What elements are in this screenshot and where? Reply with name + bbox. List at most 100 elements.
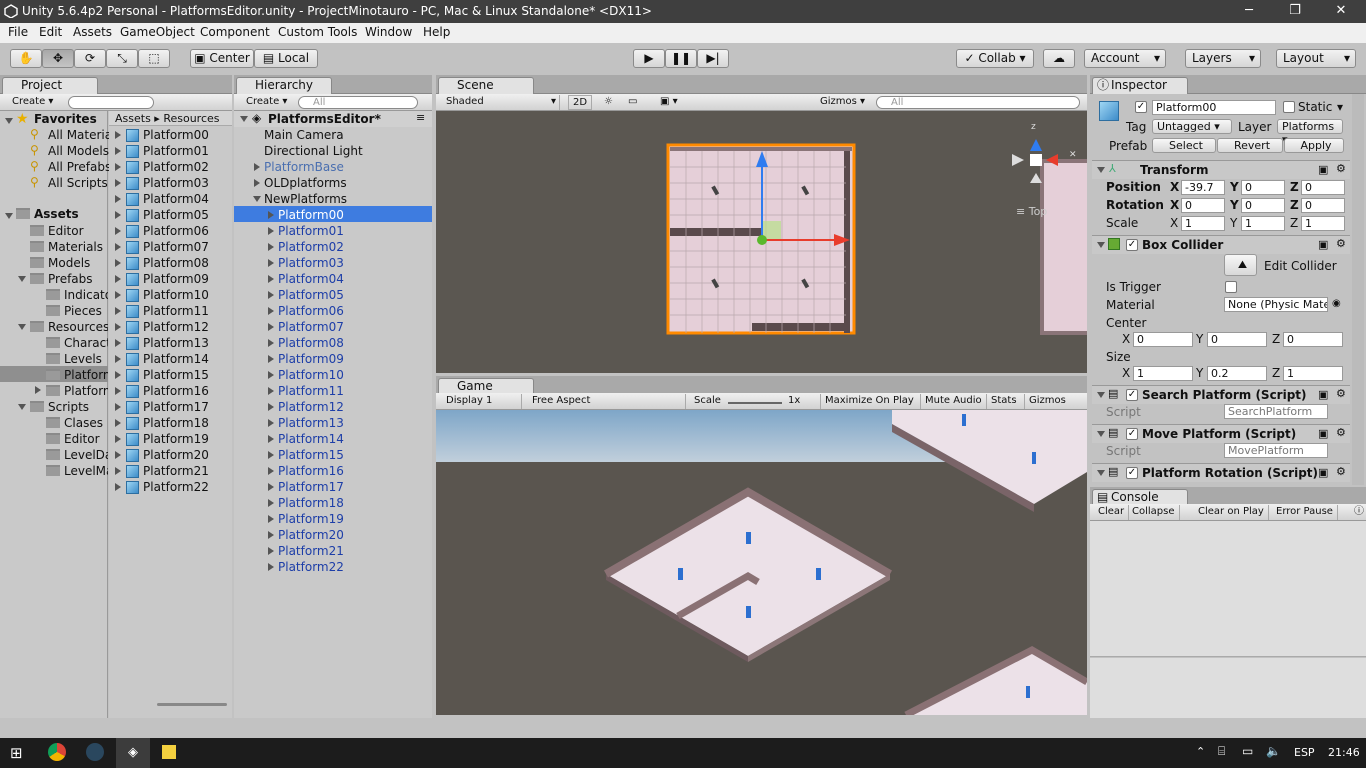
- expand-arrow-icon[interactable]: [115, 419, 121, 427]
- prefab-file[interactable]: Platform02: [143, 160, 209, 174]
- console-log-area[interactable]: [1090, 521, 1366, 657]
- folder-item[interactable]: LevelDat: [64, 448, 108, 462]
- expand-arrow-icon[interactable]: [115, 451, 121, 459]
- collapse-arrow-icon[interactable]: [268, 275, 274, 283]
- folder-item[interactable]: Characte: [64, 336, 108, 350]
- move-platform-header[interactable]: ▤ ✓ Move Platform (Script) ▣ ⚙: [1092, 424, 1350, 443]
- object-picker-icon[interactable]: ◉: [1332, 298, 1341, 309]
- menu-gameobject[interactable]: GameObject: [120, 25, 195, 39]
- prefab-file[interactable]: Platform22: [143, 480, 209, 494]
- prefab-file[interactable]: Platform21: [143, 464, 209, 478]
- prefab-apply-button[interactable]: Apply: [1284, 138, 1344, 153]
- expand-arrow-icon[interactable]: [115, 163, 121, 171]
- hierarchy-item[interactable]: NewPlatforms: [264, 192, 347, 206]
- prefab-file[interactable]: Platform03: [143, 176, 209, 190]
- prefab-file[interactable]: Platform20: [143, 448, 209, 462]
- display-dropdown[interactable]: Display 1: [442, 394, 522, 409]
- hierarchy-platform-item[interactable]: Platform18: [278, 496, 344, 510]
- tag-dropdown[interactable]: Untagged ▾: [1152, 119, 1232, 134]
- game-viewport[interactable]: [436, 410, 1087, 715]
- windows-start-icon[interactable]: ⊞: [10, 744, 23, 762]
- help-icon[interactable]: ▣: [1318, 238, 1328, 251]
- hierarchy-platform-item[interactable]: Platform03: [278, 256, 344, 270]
- menu-component[interactable]: Component: [200, 25, 270, 39]
- hierarchy-platform-item[interactable]: Platform11: [278, 384, 344, 398]
- hierarchy-item[interactable]: Main Camera: [264, 128, 344, 142]
- prefab-file[interactable]: Platform18: [143, 416, 209, 430]
- favorite-item[interactable]: All Prefabs: [48, 160, 111, 174]
- folder-item[interactable]: Indicato: [64, 288, 108, 302]
- hierarchy-platform-item[interactable]: Platform22: [278, 560, 344, 574]
- transform-scl-field[interactable]: 1: [1241, 216, 1285, 231]
- collapse-arrow-icon[interactable]: [268, 547, 274, 555]
- expand-arrow-icon[interactable]: [115, 131, 121, 139]
- lighting-icon[interactable]: ☼: [600, 95, 617, 110]
- maximize-button[interactable]: ❐: [1272, 0, 1318, 23]
- platform-rotation-header[interactable]: ▤ ✓ Platform Rotation (Script) ▣ ⚙: [1092, 463, 1350, 482]
- prefab-file[interactable]: Platform00: [143, 128, 209, 142]
- console-detail-area[interactable]: [1090, 658, 1366, 718]
- scene-search-input[interactable]: All: [876, 96, 1080, 109]
- expand-arrow-icon[interactable]: [115, 147, 121, 155]
- sticky-notes-icon[interactable]: [162, 745, 176, 759]
- folder-item[interactable]: Editor: [64, 432, 108, 446]
- hand-tool-button[interactable]: ✋: [10, 49, 42, 68]
- hierarchy-platform-item[interactable]: Platform01: [278, 224, 344, 238]
- collapse-arrow-icon[interactable]: [268, 435, 274, 443]
- collapse-arrow-icon[interactable]: [268, 371, 274, 379]
- hierarchy-create-button[interactable]: Create ▾: [242, 95, 291, 110]
- prefab-file[interactable]: Platform13: [143, 336, 209, 350]
- expand-arrow-icon[interactable]: [115, 371, 121, 379]
- show-hidden-icons[interactable]: ⌃: [1196, 745, 1205, 758]
- collapse-arrow-icon[interactable]: [268, 387, 274, 395]
- menu-edit[interactable]: Edit: [39, 25, 62, 39]
- expand-arrow-icon[interactable]: [115, 355, 121, 363]
- assets-header[interactable]: Assets: [34, 207, 79, 221]
- scene-row[interactable]: ◈ PlatformsEditor* ≡: [234, 111, 432, 127]
- search-platform-enabled-checkbox[interactable]: ✓: [1126, 389, 1138, 401]
- expand-arrow-icon[interactable]: [18, 324, 26, 330]
- project-create-button[interactable]: Create ▾: [8, 95, 57, 110]
- hierarchy-platform-item[interactable]: Platform14: [278, 432, 344, 446]
- layer-dropdown[interactable]: Platforms ▾: [1277, 119, 1343, 146]
- maximize-on-play-toggle[interactable]: Maximize On Play: [820, 394, 918, 409]
- audio-icon[interactable]: ▭: [624, 95, 641, 110]
- folder-item[interactable]: LevelMa: [64, 464, 108, 478]
- unity-taskbar-icon[interactable]: ◈: [116, 738, 150, 768]
- prefab-select-button[interactable]: Select: [1152, 138, 1216, 153]
- hierarchy-platform-item[interactable]: Platform04: [278, 272, 344, 286]
- box-center_v-field[interactable]: 0: [1283, 332, 1343, 347]
- expand-arrow-icon[interactable]: [18, 276, 26, 282]
- collapse-arrow-icon[interactable]: [268, 515, 274, 523]
- favorite-item[interactable]: All Materia: [48, 128, 112, 142]
- aspect-dropdown[interactable]: Free Aspect: [528, 394, 686, 409]
- prefab-file[interactable]: Platform07: [143, 240, 209, 254]
- folder-item[interactable]: Editor: [48, 224, 108, 238]
- mute-audio-toggle[interactable]: Mute Audio: [920, 394, 986, 409]
- close-button[interactable]: ✕: [1318, 0, 1364, 23]
- help-icon[interactable]: ▣: [1318, 388, 1328, 401]
- cloud-button[interactable]: ☁: [1043, 49, 1075, 68]
- hierarchy-platform-item[interactable]: Platform06: [278, 304, 344, 318]
- hierarchy-platform-item[interactable]: Platform08: [278, 336, 344, 350]
- tab-inspector[interactable]: ⓘ Inspector: [1092, 77, 1188, 94]
- tab-project[interactable]: Project: [2, 77, 98, 94]
- help-icon[interactable]: ▣: [1318, 427, 1328, 440]
- move-platform-enabled-checkbox[interactable]: ✓: [1126, 428, 1138, 440]
- transform-pos-field[interactable]: 0: [1301, 180, 1345, 195]
- gear-icon[interactable]: ⚙: [1336, 465, 1346, 478]
- menu-custom-tools[interactable]: Custom Tools: [278, 25, 357, 39]
- hierarchy-platform-item[interactable]: Platform07: [278, 320, 344, 334]
- stats-toggle[interactable]: Stats: [986, 394, 1021, 409]
- gear-icon[interactable]: ⚙: [1336, 387, 1346, 400]
- transform-rot-field[interactable]: 0: [1181, 198, 1225, 213]
- prefab-file[interactable]: Platform01: [143, 144, 209, 158]
- prefab-file[interactable]: Platform14: [143, 352, 209, 366]
- collapse-arrow-icon[interactable]: [254, 179, 260, 187]
- hierarchy-platform-item[interactable]: Platform16: [278, 464, 344, 478]
- pivot-local-button[interactable]: ▤ Local: [254, 49, 318, 68]
- collapse-arrow-icon[interactable]: [268, 355, 274, 363]
- material-field[interactable]: None (Physic Mate: [1224, 297, 1328, 312]
- hierarchy-platform-item[interactable]: Platform15: [278, 448, 344, 462]
- console-clear-on-play-toggle[interactable]: Clear on Play: [1194, 505, 1269, 520]
